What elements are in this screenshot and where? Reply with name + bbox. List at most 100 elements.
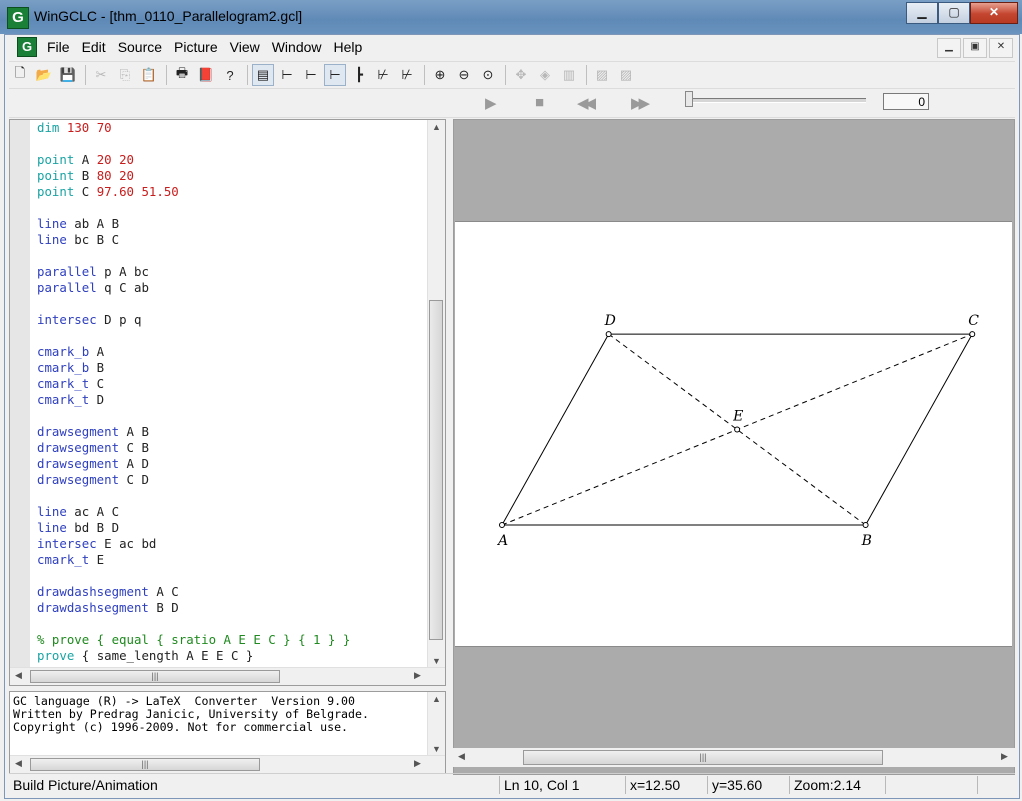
- copy-icon[interactable]: ⎘: [114, 64, 136, 86]
- export-pst-icon[interactable]: ⊢: [300, 64, 322, 86]
- console-hscroll-thumb[interactable]: |||: [30, 758, 260, 771]
- code-line[interactable]: [37, 200, 350, 216]
- doc-close-button[interactable]: ✕: [989, 38, 1013, 58]
- scroll-left-icon[interactable]: ◀: [10, 670, 27, 681]
- scroll-down-icon[interactable]: ▼: [428, 744, 445, 754]
- code-line[interactable]: % prove { equal { sratio A E E C } { 1 }…: [37, 632, 350, 648]
- output-console[interactable]: GC language (R) -> LaTeX Converter Versi…: [9, 691, 446, 774]
- play-button[interactable]: ▶: [485, 94, 497, 112]
- document-icon[interactable]: G: [17, 37, 37, 57]
- code-line[interactable]: intersec D p q: [37, 312, 350, 328]
- resize-grip-icon[interactable]: [977, 776, 1011, 794]
- picture-horizontal-scrollbar[interactable]: ◀ ||| ▶: [453, 748, 1015, 767]
- code-line[interactable]: line bc B C: [37, 232, 350, 248]
- watch-icon[interactable]: ◈: [534, 64, 556, 86]
- menu-edit[interactable]: Edit: [76, 39, 112, 55]
- export-latex-icon[interactable]: ⊢: [276, 64, 298, 86]
- doc-minimize-button[interactable]: ▁: [937, 38, 961, 58]
- menu-window[interactable]: Window: [266, 39, 328, 55]
- code-line[interactable]: cmark_t C: [37, 376, 350, 392]
- animation-slider-thumb[interactable]: [685, 91, 693, 107]
- code-line[interactable]: line bd B D: [37, 520, 350, 536]
- image-icon[interactable]: ▨: [591, 64, 613, 86]
- scroll-up-icon[interactable]: ▲: [428, 694, 445, 704]
- frame-counter[interactable]: 0: [883, 93, 929, 110]
- menu-view[interactable]: View: [224, 39, 266, 55]
- book-icon[interactable]: 📕: [195, 64, 217, 86]
- code-line[interactable]: [37, 616, 350, 632]
- film-icon[interactable]: ▥: [558, 64, 580, 86]
- picture-hscroll-thumb[interactable]: |||: [523, 750, 883, 765]
- zoom-in-icon[interactable]: ⊕: [429, 64, 451, 86]
- picture-canvas[interactable]: A B C D E: [455, 221, 1012, 647]
- new-icon[interactable]: 🗋: [9, 64, 31, 86]
- animation-slider-track[interactable]: [686, 98, 866, 103]
- stop-button[interactable]: ■: [535, 94, 544, 111]
- code-line[interactable]: [37, 408, 350, 424]
- code-line[interactable]: [37, 136, 350, 152]
- code-line[interactable]: [37, 488, 350, 504]
- code-line[interactable]: point C 97.60 51.50: [37, 184, 350, 200]
- export-eps-icon[interactable]: ┣: [348, 64, 370, 86]
- cut-icon[interactable]: ✂: [90, 64, 112, 86]
- code-line[interactable]: point A 20 20: [37, 152, 350, 168]
- code-line[interactable]: parallel q C ab: [37, 280, 350, 296]
- maximize-button[interactable]: ▢: [938, 2, 970, 24]
- code-line[interactable]: [37, 328, 350, 344]
- menu-file[interactable]: File: [41, 39, 76, 55]
- menu-picture[interactable]: Picture: [168, 39, 224, 55]
- code-line[interactable]: cmark_t D: [37, 392, 350, 408]
- title-bar[interactable]: G WinGCLC - [thm_0110_Parallelogram2.gcl…: [0, 0, 1022, 34]
- save-icon[interactable]: 💾: [57, 64, 79, 86]
- editor-horizontal-scrollbar[interactable]: ◀ ||| ▶: [10, 667, 445, 685]
- code-line[interactable]: line ac A C: [37, 504, 350, 520]
- export-svg-icon[interactable]: ⊬: [372, 64, 394, 86]
- fast-forward-button[interactable]: ▶▶: [631, 94, 650, 112]
- console-vertical-scrollbar[interactable]: ▲ ▼: [427, 692, 445, 756]
- scroll-up-icon[interactable]: ▲: [428, 122, 445, 132]
- code-line[interactable]: dim 130 70: [37, 120, 350, 136]
- app-icon[interactable]: G: [7, 7, 29, 29]
- code-line[interactable]: drawsegment A D: [37, 456, 350, 472]
- code-line[interactable]: drawsegment C B: [37, 440, 350, 456]
- editor-hscroll-thumb[interactable]: |||: [30, 670, 280, 683]
- editor-vscroll-thumb[interactable]: [429, 300, 443, 640]
- close-button[interactable]: ✕: [970, 2, 1018, 24]
- scroll-right-icon[interactable]: ▶: [409, 758, 426, 769]
- trace-icon[interactable]: ✥: [510, 64, 532, 86]
- code-line[interactable]: drawsegment C D: [37, 472, 350, 488]
- build-icon[interactable]: ▤: [252, 64, 274, 86]
- code-line[interactable]: drawdashsegment A C: [37, 584, 350, 600]
- scroll-left-icon[interactable]: ◀: [453, 751, 470, 762]
- code-line[interactable]: parallel p A bc: [37, 264, 350, 280]
- editor-vertical-scrollbar[interactable]: ▲ ▼: [427, 120, 445, 668]
- picture-panel[interactable]: A B C D E: [453, 119, 1015, 775]
- rewind-button[interactable]: ◀◀: [577, 94, 596, 112]
- code-text[interactable]: dim 130 70 point A 20 20 point B 80 20 poin…: [37, 120, 350, 664]
- scroll-left-icon[interactable]: ◀: [10, 758, 27, 769]
- console-horizontal-scrollbar[interactable]: ◀ ||| ▶: [10, 755, 445, 773]
- code-line[interactable]: [37, 296, 350, 312]
- zoom-out-icon[interactable]: ⊖: [453, 64, 475, 86]
- image-export-icon[interactable]: ▨: [615, 64, 637, 86]
- code-line[interactable]: cmark_b B: [37, 360, 350, 376]
- print-icon[interactable]: 🖶: [171, 64, 193, 86]
- code-line[interactable]: cmark_t E: [37, 552, 350, 568]
- paste-icon[interactable]: 📋: [138, 64, 160, 86]
- code-line[interactable]: intersec E ac bd: [37, 536, 350, 552]
- menu-source[interactable]: Source: [112, 39, 168, 55]
- help-icon[interactable]: ?: [219, 64, 241, 86]
- scroll-right-icon[interactable]: ▶: [409, 670, 426, 681]
- export-xml-icon[interactable]: ⊬: [396, 64, 418, 86]
- code-line[interactable]: prove { same_length A E E C }: [37, 648, 350, 664]
- code-line[interactable]: line ab A B: [37, 216, 350, 232]
- scroll-down-icon[interactable]: ▼: [428, 656, 445, 666]
- doc-restore-button[interactable]: ▣: [963, 38, 987, 58]
- scroll-right-icon[interactable]: ▶: [996, 751, 1013, 762]
- export-tikz-icon[interactable]: ⊢: [324, 64, 346, 86]
- minimize-button[interactable]: ▁: [906, 2, 938, 24]
- code-line[interactable]: [37, 248, 350, 264]
- zoom-fit-icon[interactable]: ⊙: [477, 64, 499, 86]
- menu-help[interactable]: Help: [328, 39, 369, 55]
- code-line[interactable]: point B 80 20: [37, 168, 350, 184]
